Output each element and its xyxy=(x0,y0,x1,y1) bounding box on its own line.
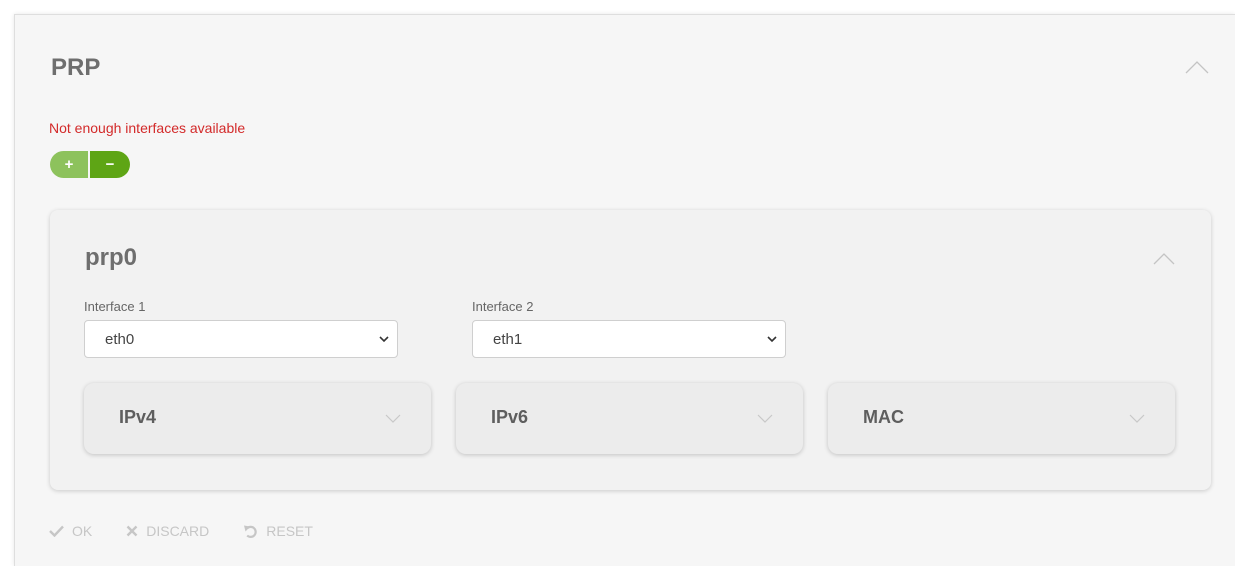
check-icon xyxy=(49,525,64,537)
ipv6-title: IPv6 xyxy=(491,407,529,427)
discard-label: DISCARD xyxy=(146,523,210,539)
prp-panel: PRP Not enough interfaces available + − … xyxy=(14,14,1235,566)
undo-icon xyxy=(244,525,257,538)
interface1-select[interactable]: eth0 xyxy=(84,320,398,358)
chevron-down-icon xyxy=(767,336,777,343)
reset-button[interactable]: RESET xyxy=(243,523,313,539)
discard-button[interactable]: DISCARD xyxy=(126,523,209,539)
add-button[interactable]: + xyxy=(50,151,90,178)
interface2-select[interactable]: eth1 xyxy=(472,320,786,358)
chevron-down-icon xyxy=(757,414,773,423)
card-title: prp0 xyxy=(85,244,138,271)
interface1-label: Interface 1 xyxy=(84,299,146,314)
ipv4-section[interactable]: IPv4 xyxy=(84,383,431,454)
chevron-down-icon xyxy=(1129,414,1145,423)
ipv4-title: IPv4 xyxy=(119,407,157,427)
add-remove-group: + − xyxy=(50,151,130,178)
interface2-label: Interface 2 xyxy=(472,299,534,314)
panel-title: PRP xyxy=(51,54,101,81)
interface1-value: eth0 xyxy=(105,331,135,348)
warning-message: Not enough interfaces available xyxy=(49,120,246,136)
remove-button[interactable]: − xyxy=(90,151,130,178)
collapse-panel-icon[interactable] xyxy=(1185,60,1209,74)
prp0-card: prp0 Interface 1 eth0 Interface 2 eth1 I… xyxy=(50,210,1211,490)
close-icon xyxy=(126,525,138,537)
action-bar: OK DISCARD RESET xyxy=(49,523,347,539)
mac-section[interactable]: MAC xyxy=(828,383,1175,454)
interface2-value: eth1 xyxy=(493,331,523,348)
chevron-down-icon xyxy=(385,414,401,423)
ipv6-section[interactable]: IPv6 xyxy=(456,383,803,454)
ok-label: OK xyxy=(72,523,93,539)
ok-button[interactable]: OK xyxy=(49,523,92,539)
collapse-card-icon[interactable] xyxy=(1153,252,1175,265)
reset-label: RESET xyxy=(266,523,313,539)
chevron-down-icon xyxy=(379,336,389,343)
mac-title: MAC xyxy=(863,407,904,427)
